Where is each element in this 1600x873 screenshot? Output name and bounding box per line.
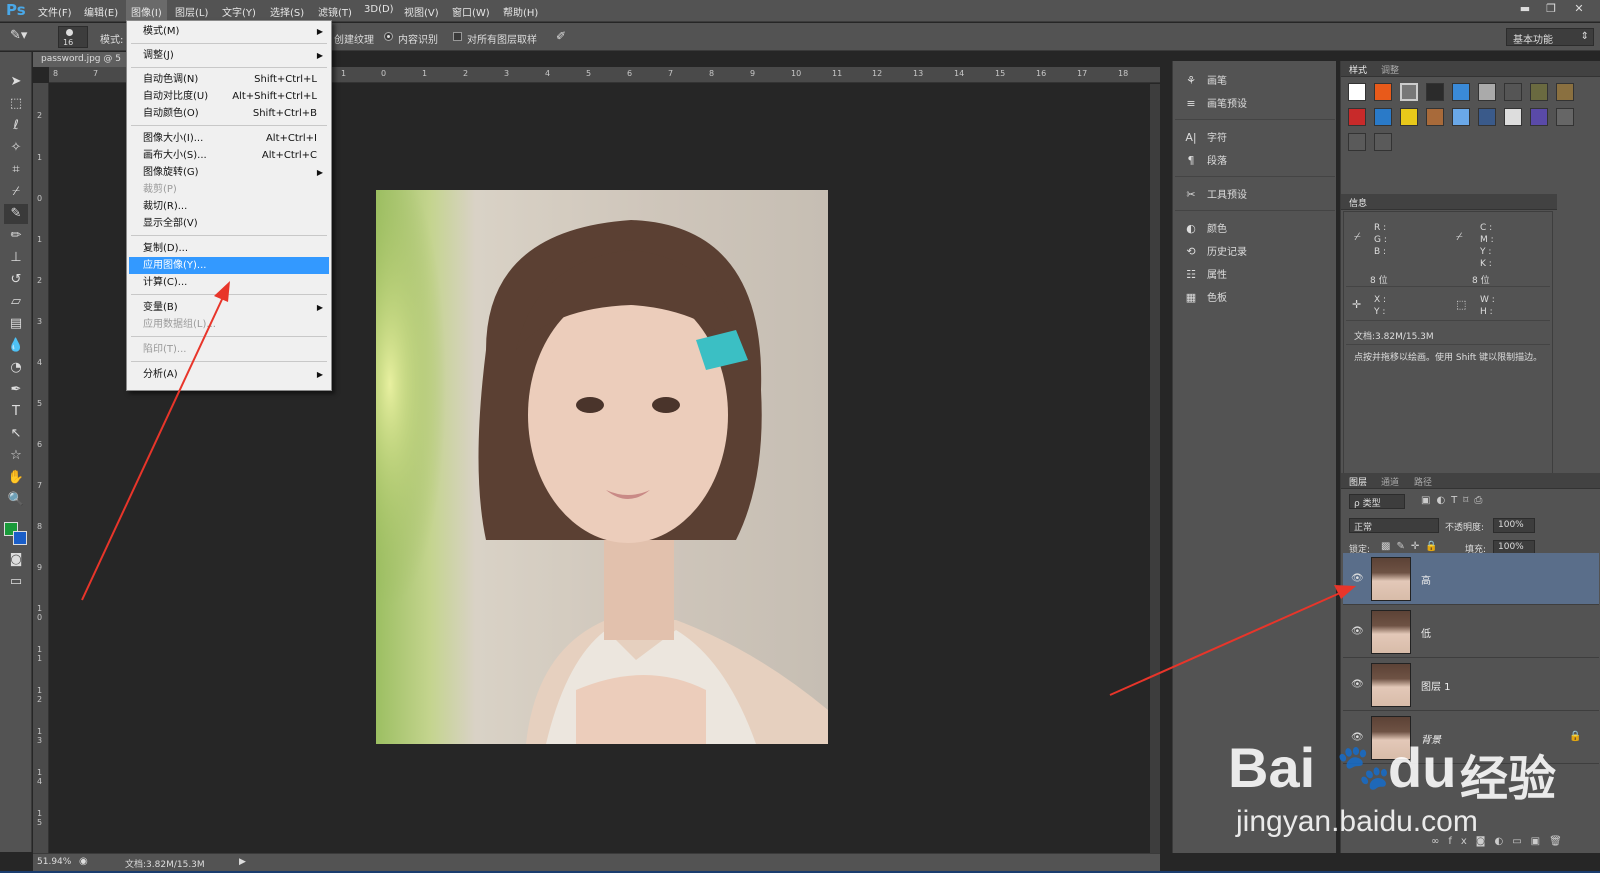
watermark-brand-2: du: [1388, 736, 1457, 799]
watermark-cn: 经验: [1460, 751, 1557, 807]
arrow-to-apply-image: [81, 294, 225, 601]
watermark-url: jingyan.baidu.com: [1236, 805, 1478, 838]
arrowhead-icon: [1334, 585, 1356, 599]
watermark-brand: Bai: [1228, 736, 1316, 799]
arrow-to-layer-high: [1109, 592, 1341, 696]
arrowhead-icon: [214, 281, 230, 302]
paw-logo-icon: 🐾: [1336, 742, 1391, 793]
baidu-watermark: Bai 🐾 du 经验 jingyan.baidu.com: [1228, 735, 1558, 865]
